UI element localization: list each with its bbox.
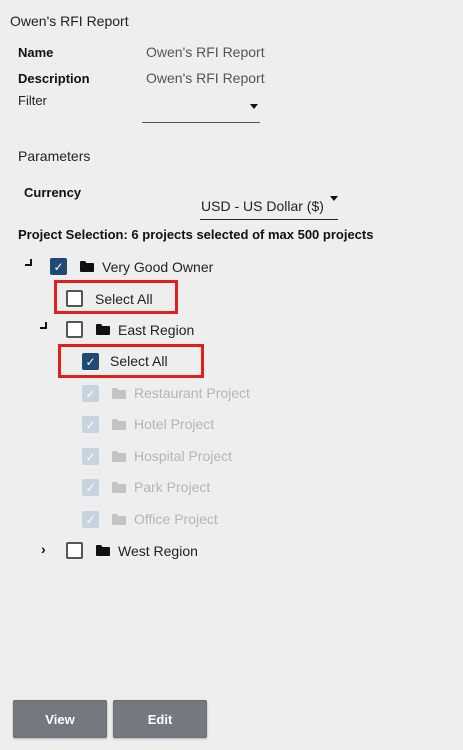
folder-icon [112, 419, 126, 430]
checkbox-project: ✓ [82, 448, 99, 465]
view-button[interactable]: View [13, 700, 107, 738]
currency-select[interactable]: USD - US Dollar ($) [200, 193, 338, 219]
filter-select[interactable] [142, 96, 260, 122]
check-icon: ✓ [85, 354, 96, 369]
currency-underline [200, 219, 338, 220]
currency-label: Currency [24, 185, 82, 200]
caret-down-icon [250, 104, 258, 109]
tree-label-east-region[interactable]: East Region [118, 322, 194, 338]
check-icon: ✓ [85, 386, 96, 401]
checkbox-project: ✓ [82, 479, 99, 496]
tree-label-project: Restaurant Project [134, 385, 250, 401]
tree-label-east-select-all[interactable]: Select All [110, 353, 168, 369]
edit-button[interactable]: Edit [113, 700, 207, 738]
name-label: Name [18, 45, 54, 60]
tree-label-west-region[interactable]: West Region [118, 543, 198, 559]
folder-icon [80, 261, 94, 272]
checkbox-west-region[interactable] [66, 542, 83, 559]
checkbox-east-select-all[interactable]: ✓ [82, 353, 99, 370]
description-value: Owen's RFI Report [146, 70, 265, 86]
tree-label-very-good-owner[interactable]: Very Good Owner [102, 259, 213, 275]
tree-label-project: Park Project [134, 479, 211, 495]
checkbox-owner-select-all[interactable] [66, 290, 83, 307]
description-label: Description [18, 71, 90, 86]
page-title: Owen's RFI Report [10, 13, 129, 29]
checkbox-project: ✓ [82, 385, 99, 402]
currency-value: USD - US Dollar ($) [201, 198, 324, 214]
checkbox-project: ✓ [82, 511, 99, 528]
collapse-icon[interactable] [40, 322, 47, 329]
checkbox-project: ✓ [82, 416, 99, 433]
folder-icon [96, 545, 110, 556]
folder-icon [112, 482, 126, 493]
collapse-icon[interactable] [25, 259, 32, 266]
folder-icon [112, 514, 126, 525]
tree-label-project: Hotel Project [134, 416, 215, 432]
filter-underline [142, 122, 260, 123]
tree-label-project: Hospital Project [134, 448, 233, 464]
check-icon: ✓ [85, 417, 96, 432]
project-selection-summary: Project Selection: 6 projects selected o… [18, 227, 374, 242]
check-icon: ✓ [85, 512, 96, 527]
chevron-right-icon[interactable]: › [41, 541, 46, 557]
filter-label: Filter [18, 93, 47, 108]
check-icon: ✓ [85, 480, 96, 495]
parameters-heading: Parameters [18, 148, 91, 164]
folder-icon [112, 451, 126, 462]
tree-label-owner-select-all[interactable]: Select All [95, 291, 153, 307]
tree-label-project: Office Project [134, 511, 218, 527]
check-icon: ✓ [53, 259, 64, 274]
folder-icon [96, 324, 110, 335]
name-value: Owen's RFI Report [146, 44, 265, 60]
checkbox-east-region[interactable] [66, 321, 83, 338]
caret-down-icon [330, 196, 338, 201]
folder-icon [112, 388, 126, 399]
checkbox-very-good-owner[interactable]: ✓ [50, 258, 67, 275]
check-icon: ✓ [85, 449, 96, 464]
